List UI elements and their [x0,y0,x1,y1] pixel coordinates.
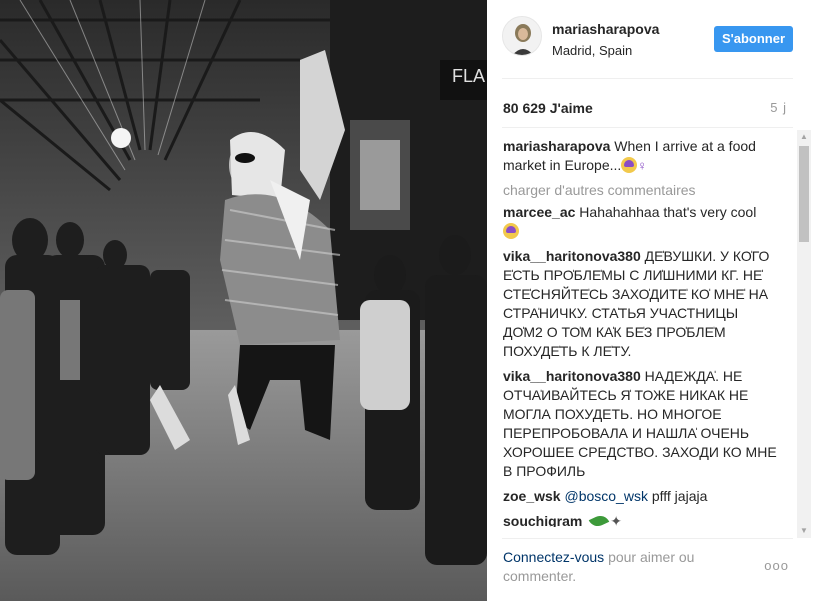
comments-scrollbar[interactable]: ▲ ▼ [797,130,811,538]
scroll-down-arrow-icon[interactable]: ▼ [797,524,811,538]
woman-shrugging-emoji-icon [621,157,638,173]
more-options-icon[interactable]: ooo [764,558,789,573]
comment-text: НАДЕЖДА̍. НЕ ОТЧА̍ИВАЙТЕСЬ Я̍ ТОЖЕ НИКАК… [503,368,777,479]
list-item: vika__haritonova380 НАДЕЖДА̍. НЕ ОТЧА̍ИВ… [503,367,781,481]
face-emoji-icon [503,223,519,239]
follow-button[interactable]: S'abonner [713,26,793,52]
user-block: mariasharapova Madrid, Spain [552,20,659,60]
comment-username[interactable]: vika__haritonova380 [503,368,641,384]
post-time[interactable]: 5 j [770,100,787,115]
comment-text: Hahahahhaa that's very cool [579,204,757,220]
scroll-up-arrow-icon[interactable]: ▲ [797,130,811,144]
comment-username[interactable]: zoe_wsk [503,488,561,504]
comment-username[interactable]: mariasharapova [503,138,610,154]
comment-username[interactable]: marcee_ac [503,204,575,220]
post-author-username[interactable]: mariasharapova [552,20,659,38]
login-prompt: Connectez-vous pour aimer ou commenter. [503,548,743,586]
svg-text:FLA: FLA [452,66,485,86]
load-more-comments-link[interactable]: charger d'autres commentaires [503,181,781,200]
comment-username[interactable]: souchigram [503,513,582,527]
likes-divider [502,127,793,128]
comments-list: mariasharapova When I arrive at a food m… [503,137,781,527]
avatar[interactable] [502,16,542,56]
list-item: vika__haritonova380 ДЕ̍ВУШКИ. У КО̍ГО Е̍… [503,247,781,361]
likes-row: 80 629 J'aime 5 j [503,100,787,118]
list-item: marcee_ac Hahahahhaa that's very cool [503,203,781,241]
post-photo[interactable]: FLA [0,0,487,601]
caption-comment: mariasharapova When I arrive at a food m… [503,137,781,175]
likes-count[interactable]: 80 629 J'aime [503,100,593,116]
scrollbar-thumb[interactable] [799,146,809,242]
female-sign-icon: ♀ [637,158,648,173]
avatar-image [503,17,541,55]
leaf-emoji-icon [588,512,610,527]
post-details-pane: mariasharapova Madrid, Spain S'abonner 8… [487,0,815,601]
list-item: souchigram ✦ [503,512,781,527]
comment-mention-link[interactable]: @bosco_wsk [564,488,647,504]
comment-username[interactable]: vika__haritonova380 [503,248,641,264]
post-header: mariasharapova Madrid, Spain S'abonner [502,16,793,62]
footer-divider [502,538,793,539]
market-photo-image: FLA [0,0,487,601]
post-location[interactable]: Madrid, Spain [552,42,659,60]
login-link[interactable]: Connectez-vous [503,549,604,565]
list-item: zoe_wsk @bosco_wsk pfff jajaja [503,487,781,506]
comment-text: pfff jajaja [651,488,708,504]
comment-text: ДЕ̍ВУШКИ. У КО̍ГО Е̍СТЬ ПРО̍БЛЕ̍МЫ С ЛИ̍… [503,248,770,359]
header-divider [502,78,793,79]
sparkles-emoji-icon: ✦ [610,513,622,527]
